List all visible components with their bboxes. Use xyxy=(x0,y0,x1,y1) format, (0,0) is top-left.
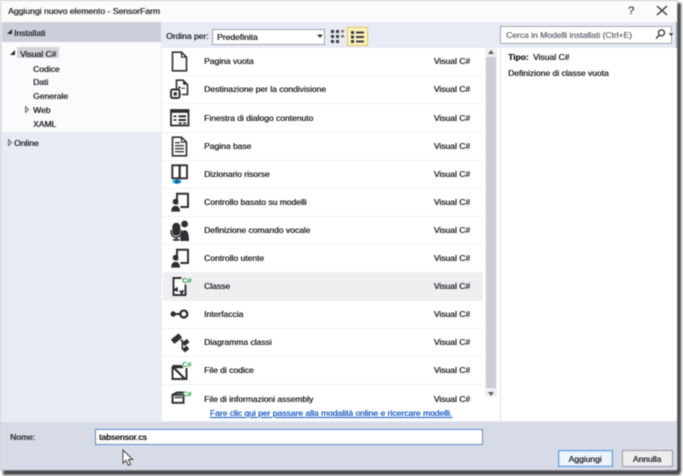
svg-text:C#: C# xyxy=(182,276,192,285)
svg-text:C#: C# xyxy=(182,389,192,398)
svg-text:C#: C# xyxy=(182,360,192,369)
